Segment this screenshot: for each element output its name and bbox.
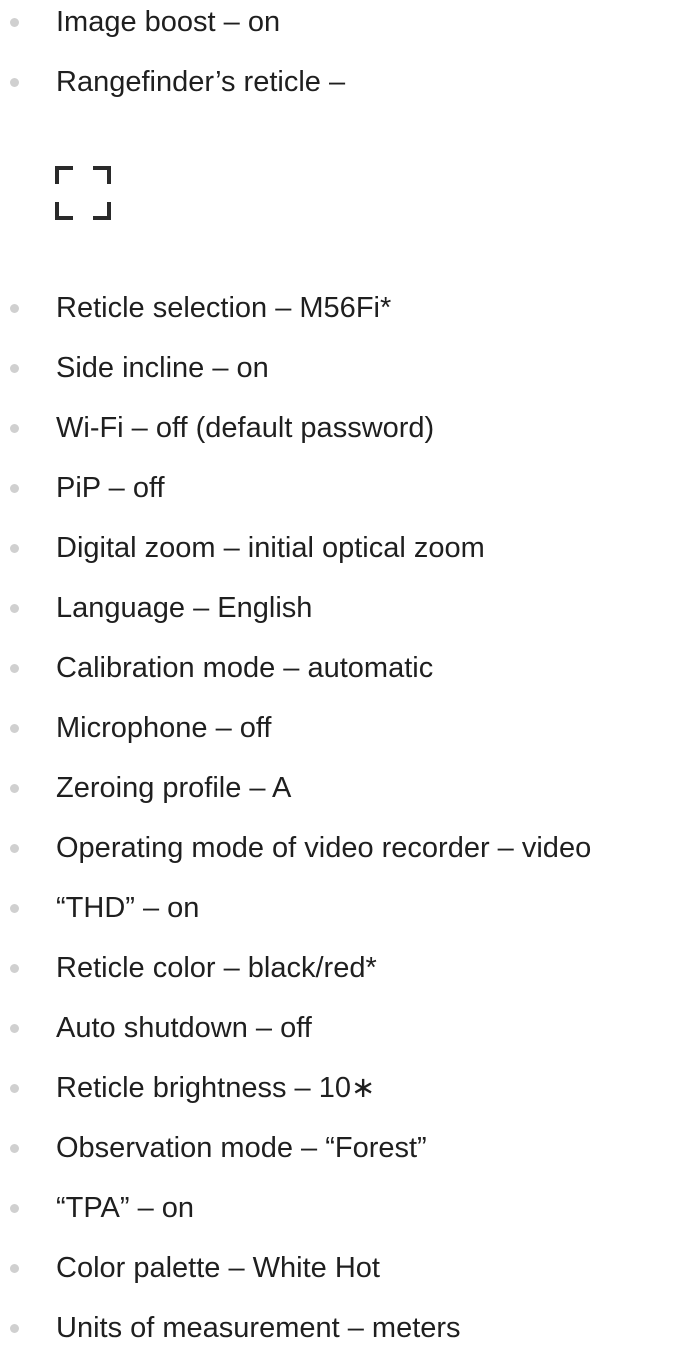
list-item-label: Language – English [56,592,313,624]
list-item: “TPA” – on [0,1186,688,1246]
list-item-label: Rangefinder’s reticle – [56,66,346,98]
list-item-label: Digital zoom – initial optical zoom [56,532,485,564]
list-item-label: PiP – off [56,472,165,504]
list-item-label: Microphone – off [56,712,272,744]
list-item-label: Reticle selection – M56Fi* [56,292,392,324]
bullet [10,18,19,27]
list-item: “THD” – on [0,886,688,946]
list-item-label: Zeroing profile – A [56,772,292,804]
default-settings-list: Image boost – on Rangefinder’s reticle –… [0,0,688,1366]
list-item-label: Reticle brightness – 10∗ [56,1072,376,1104]
bullet [10,1144,19,1153]
bullet [10,604,19,613]
list-item: Language – English [0,586,688,646]
list-item-label: “THD” – on [56,892,200,924]
list-item-label: Operating mode of video recorder – video [56,832,592,864]
list-item: Operating mode of video recorder – video [0,826,688,886]
bullet [10,904,19,913]
bullet [10,364,19,373]
list-item-label: Reticle color – black/red* [56,952,377,984]
list-item: Observation mode – “Forest” [0,1126,688,1186]
list-item-label: Calibration mode – automatic [56,652,434,684]
bullet [10,1024,19,1033]
list-item: Rangefinder’s reticle – [0,60,688,120]
bullet [10,78,19,87]
list-item: PiP – off [0,466,688,526]
bullet [10,724,19,733]
bullet [10,964,19,973]
bullet [10,304,19,313]
list-item-label: Wi-Fi – off (default password) [56,412,435,444]
list-item: Wi-Fi – off (default password) [0,406,688,466]
list-item: Calibration mode – automatic [0,646,688,706]
list-item-label: Color palette – White Hot [56,1252,380,1284]
list-item: Zeroing profile – A [0,766,688,826]
list-item-label: “TPA” – on [56,1192,195,1224]
list-item-label: Image boost – on [56,6,281,38]
list-item: Reticle color – black/red* [0,946,688,1006]
rangefinder-reticle-brackets-icon [55,166,111,220]
list-item: Auto shutdown – off [0,1006,688,1066]
list-item-label: Observation mode – “Forest” [56,1132,427,1164]
list-item-label: Auto shutdown – off [56,1012,312,1044]
list-item: Side incline – on [0,346,688,406]
bullet [10,1324,19,1333]
list-item: Color palette – White Hot [0,1246,688,1306]
bullet [10,424,19,433]
bullet [10,664,19,673]
bullet [10,844,19,853]
bullet [10,484,19,493]
list-item: Units of measurement – meters [0,1306,688,1366]
bullet [10,544,19,553]
list-item: Reticle selection – M56Fi* [0,286,688,346]
list-item: Reticle brightness – 10∗ [0,1066,688,1126]
list-item: Microphone – off [0,706,688,766]
list-item: Digital zoom – initial optical zoom [0,526,688,586]
list-item: Image boost – on [0,0,688,60]
bullet [10,1204,19,1213]
list-item-label: Side incline – on [56,352,269,384]
bullet [10,1084,19,1093]
list-item-label: Units of measurement – meters [56,1312,461,1344]
bullet [10,1264,19,1273]
bullet [10,784,19,793]
rangefinder-reticle-figure [0,120,688,286]
